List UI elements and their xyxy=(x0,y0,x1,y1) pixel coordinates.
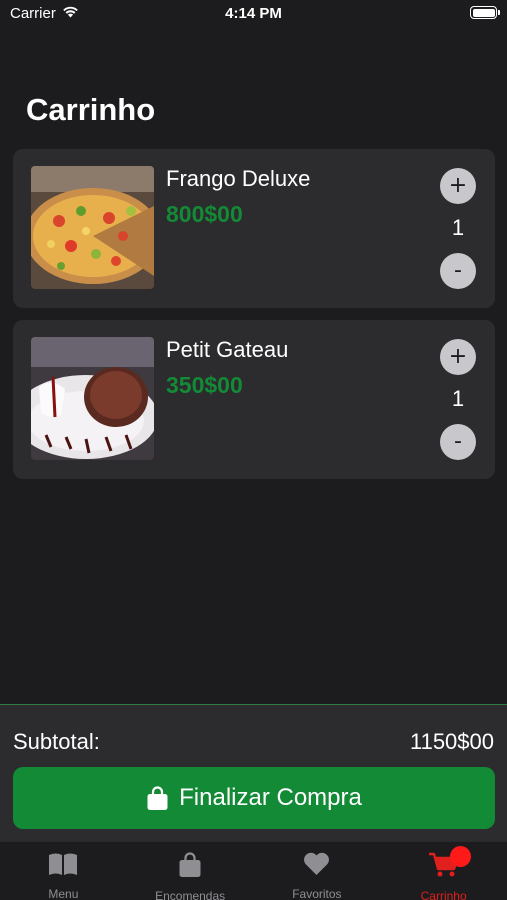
battery-icon xyxy=(470,6,500,19)
tab-label: Menu xyxy=(48,887,79,900)
decrease-quantity-button[interactable]: - xyxy=(440,253,476,289)
petit-gateau-image xyxy=(31,337,154,460)
cart-list: Frango Deluxe 800$00 + 1 - Petit Gateau … xyxy=(13,149,495,491)
tab-label: Encomendas xyxy=(155,889,226,900)
cart-item: Frango Deluxe 800$00 + 1 - xyxy=(13,149,495,308)
heart-icon xyxy=(303,852,330,881)
book-icon xyxy=(48,852,78,881)
item-name: Petit Gateau xyxy=(166,337,289,362)
cart-badge xyxy=(450,846,472,867)
tab-favoritos[interactable]: Favoritos xyxy=(254,842,381,900)
status-bar: Carrier 4:14 PM xyxy=(0,0,507,30)
item-price: 800$00 xyxy=(166,201,243,227)
cart-screen: Carrier 4:14 PM Carrinho Frango Deluxe 8… xyxy=(0,0,507,900)
checkout-button[interactable]: Finalizar Compra xyxy=(13,767,495,829)
page-title: Carrinho xyxy=(26,92,156,127)
item-quantity: 1 xyxy=(451,215,465,240)
tab-carrinho[interactable]: Carrinho xyxy=(380,842,507,900)
subtotal-label: Subtotal: xyxy=(13,729,100,754)
increase-quantity-button[interactable]: + xyxy=(440,168,476,204)
item-name: Frango Deluxe xyxy=(166,166,311,191)
bag-icon xyxy=(178,852,202,883)
checkout-label: Finalizar Compra xyxy=(179,784,362,811)
cart-item: Petit Gateau 350$00 + 1 - xyxy=(13,320,495,479)
tab-label: Carrinho xyxy=(420,889,467,900)
item-quantity: 1 xyxy=(451,386,465,411)
increase-quantity-button[interactable]: + xyxy=(440,339,476,375)
tab-menu[interactable]: Menu xyxy=(0,842,127,900)
tab-encomendas[interactable]: Encomendas xyxy=(127,842,254,900)
item-price: 350$00 xyxy=(166,372,243,398)
decrease-quantity-button[interactable]: - xyxy=(440,424,476,460)
tab-bar: Menu Encomendas Favoritos Carrinho xyxy=(0,841,507,900)
shopping-bag-icon xyxy=(146,785,169,811)
tab-label: Favoritos xyxy=(292,887,342,900)
clock: 4:14 PM xyxy=(225,5,282,22)
subtotal-value: 1150$00 xyxy=(409,729,494,754)
order-summary: Subtotal: 1150$00 Finalizar Compra xyxy=(0,704,507,841)
pizza-image xyxy=(31,166,154,289)
